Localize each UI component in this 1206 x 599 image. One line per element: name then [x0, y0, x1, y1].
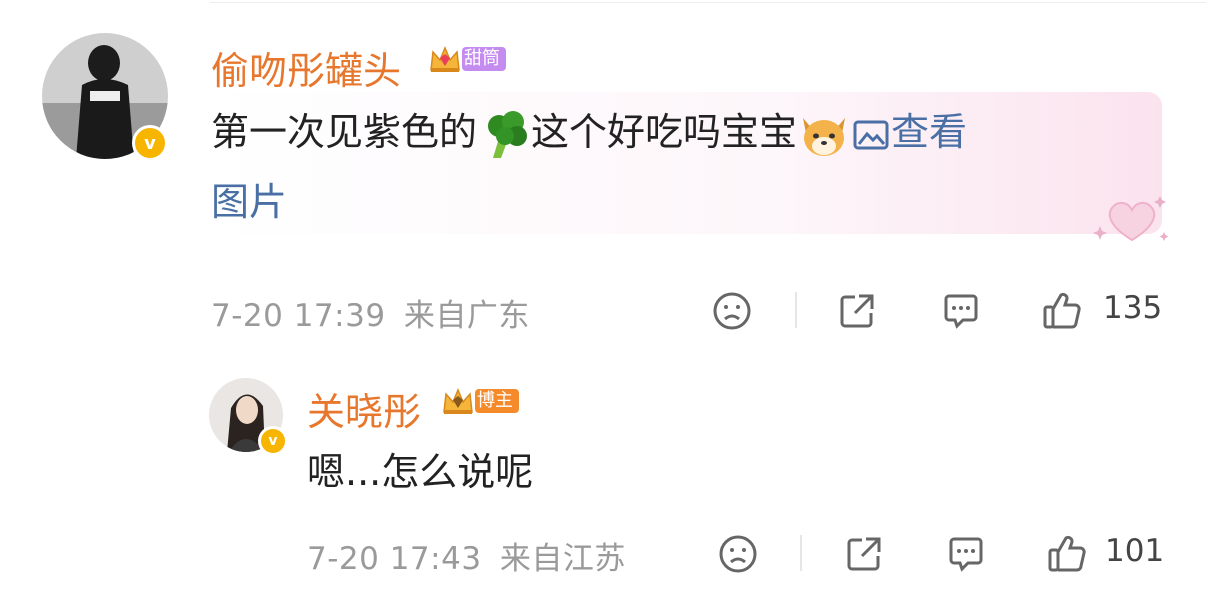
reply-like-count: 101 — [1105, 533, 1165, 569]
reply-action-separator — [800, 535, 802, 571]
reply-like-button[interactable] — [1045, 531, 1089, 575]
sad-face-icon — [713, 292, 751, 330]
like-count: 135 — [1103, 290, 1163, 326]
reply-location: 来自江苏 — [499, 541, 626, 577]
reply-crown-icon — [443, 388, 473, 414]
dislike-button[interactable] — [711, 290, 753, 332]
comment-icon — [944, 294, 978, 329]
reply-meta: 7-20 17:43 来自江苏 — [307, 533, 626, 578]
view-image-label-2[interactable]: 图片 — [211, 180, 287, 224]
comment-text: 第一次见紫色的 这个好吃吗宝宝 查看 图片 — [211, 97, 1151, 237]
reply-share-icon — [847, 537, 881, 571]
share-icon — [840, 294, 874, 328]
reply-username[interactable]: 关晓彤 — [307, 381, 421, 436]
reply-sad-face-icon — [719, 535, 757, 573]
reply-comment-button[interactable] — [945, 533, 987, 575]
broccoli-icon — [488, 110, 528, 158]
reply-thumbs-up-icon — [1048, 535, 1086, 572]
divider — [210, 2, 1206, 3]
reply-share-button[interactable] — [843, 533, 885, 575]
view-image-label: 查看 — [891, 110, 968, 154]
like-button[interactable] — [1040, 288, 1084, 332]
reply-comment-icon — [949, 537, 983, 572]
action-separator — [795, 292, 797, 328]
reply-user-badge[interactable]: 博主 — [441, 386, 519, 416]
comment-text-part1: 第一次见紫色的 — [211, 110, 478, 154]
reply-dislike-button[interactable] — [717, 533, 759, 575]
user-badge[interactable]: 甜筒 — [428, 44, 506, 74]
reply-button[interactable] — [940, 290, 982, 332]
reply-text: 嗯...怎么说呢 — [307, 450, 534, 494]
crown-icon — [430, 46, 460, 72]
view-image-link[interactable]: 查看 — [851, 110, 967, 154]
comment-username[interactable]: 偷吻彤罐头 — [211, 40, 401, 95]
comment-location: 来自广东 — [403, 298, 530, 334]
comment-timestamp: 7-20 17:39 — [211, 298, 386, 334]
comment-meta: 7-20 17:39 来自广东 — [211, 290, 530, 335]
badge-label: 甜筒 — [462, 47, 506, 71]
reply-timestamp: 7-20 17:43 — [307, 541, 482, 577]
reply-badge-label: 博主 — [475, 389, 519, 413]
image-icon — [853, 120, 889, 149]
reply-avatar[interactable]: v — [209, 378, 288, 456]
avatar[interactable]: v — [42, 33, 168, 161]
thumbs-up-icon — [1043, 292, 1081, 329]
reply-verified-icon: v — [258, 426, 288, 456]
verified-icon: v — [132, 125, 168, 161]
doge-icon — [803, 117, 846, 156]
share-button[interactable] — [836, 290, 878, 332]
comment-text-part2: 这个好吃吗宝宝 — [531, 110, 798, 154]
